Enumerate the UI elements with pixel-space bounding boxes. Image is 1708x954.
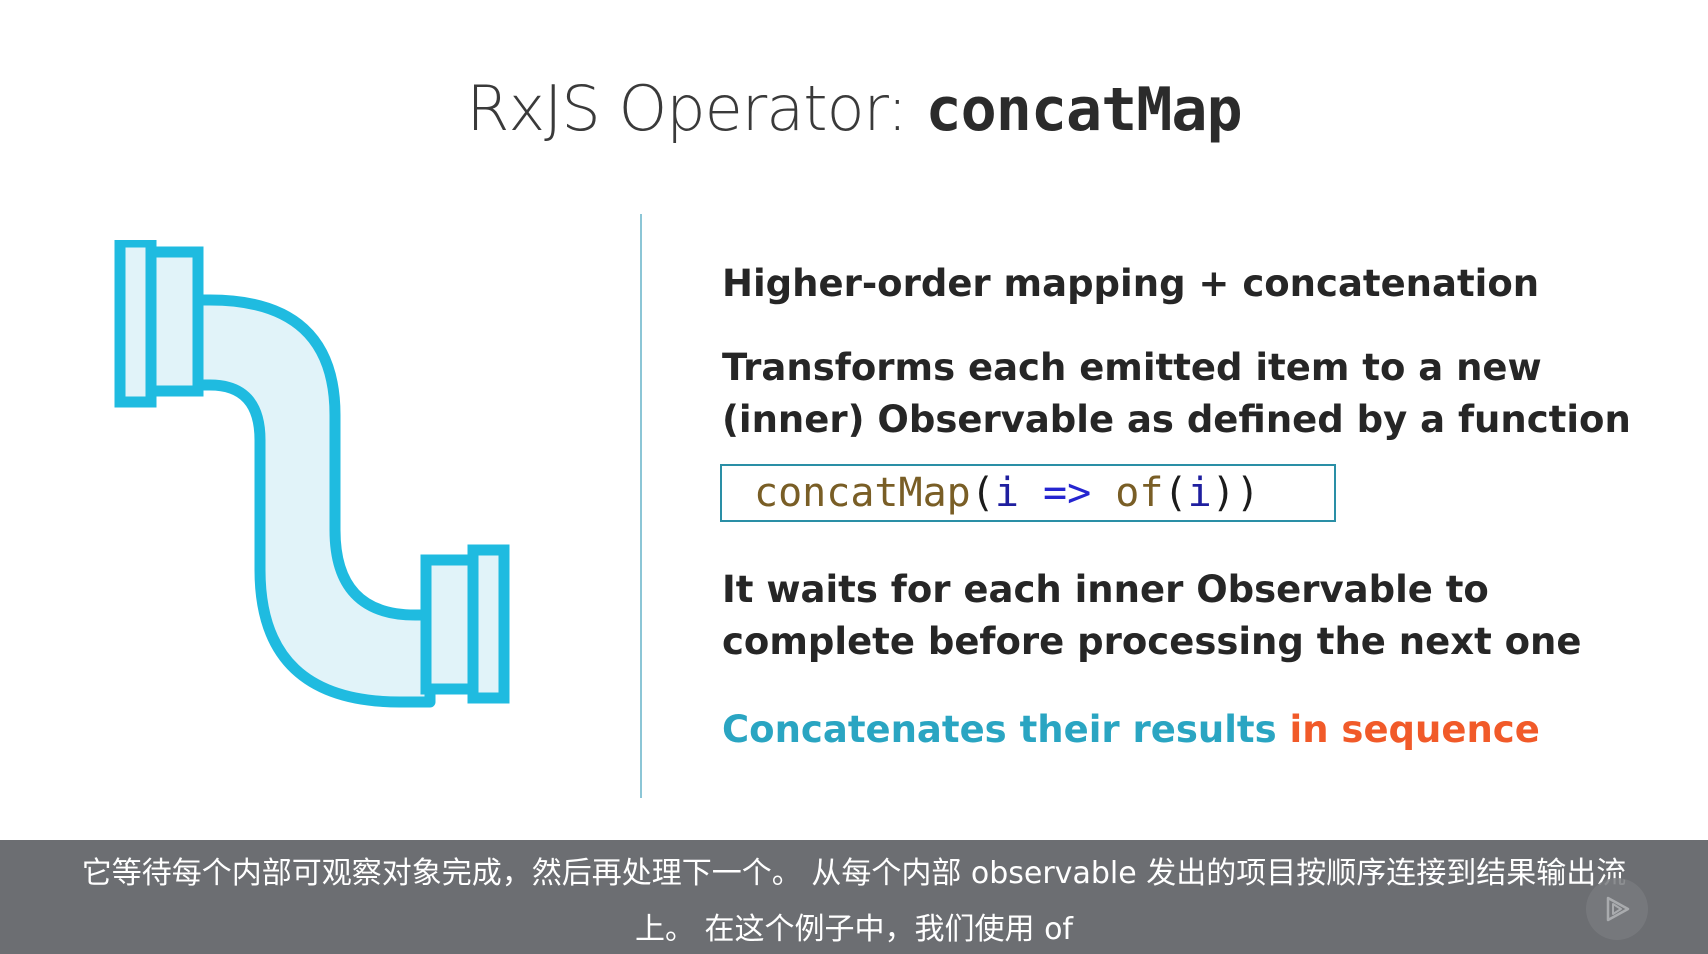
point-transforms-line1: Transforms each emitted item to a new (722, 346, 1542, 389)
play-icon (1606, 896, 1630, 922)
title-prefix: RxJS Operator: (466, 72, 926, 145)
point-higher-order: Higher-order mapping + concatenation (722, 262, 1540, 305)
code-fn: concatMap (754, 470, 971, 516)
slide: RxJS Operator: concatMap Higher-order ma… (0, 0, 1708, 954)
subtitle-line2: 上。 在这个例子中，我们使用 of (635, 912, 1073, 947)
code-paren-close: )) (1211, 470, 1260, 516)
pipe-icon (114, 240, 510, 708)
player-button[interactable] (1586, 878, 1648, 940)
subtitle-line1: 它等待每个内部可观察对象完成，然后再处理下一个。 从每个内部 observabl… (81, 856, 1627, 891)
point-waits-line1: It waits for each inner Observable to (722, 568, 1489, 611)
code-paren-open-2: ( (1163, 470, 1188, 516)
point-waits: It waits for each inner Observable to co… (722, 564, 1582, 668)
subtitle-bar: 它等待每个内部可观察对象完成，然后再处理下一个。 从每个内部 observabl… (0, 840, 1708, 954)
title-code: concatMap (925, 75, 1243, 145)
point-transforms: Transforms each emitted item to a new (i… (722, 342, 1631, 446)
point-transforms-line2: (inner) Observable as defined by a funct… (722, 398, 1631, 441)
code-fn-of: of (1115, 470, 1164, 516)
subtitle-text: 它等待每个内部可观察对象完成，然后再处理下一个。 从每个内部 observabl… (0, 846, 1708, 954)
point-concatenates: Concatenates their results in sequence (722, 704, 1540, 756)
code-arg-2: i (1187, 470, 1212, 516)
vertical-divider (640, 214, 642, 798)
slide-title: RxJS Operator: concatMap (0, 72, 1708, 145)
point-concatenates-highlight: in sequence (1289, 708, 1540, 751)
point-waits-line2: complete before processing the next one (722, 620, 1582, 663)
code-example-box: concatMap(i => of(i)) (720, 464, 1336, 522)
code-paren-open: ( (970, 470, 995, 516)
code-arrow: => (1043, 470, 1092, 516)
code-arg: i (994, 470, 1019, 516)
point-concatenates-main: Concatenates their results (722, 708, 1290, 751)
